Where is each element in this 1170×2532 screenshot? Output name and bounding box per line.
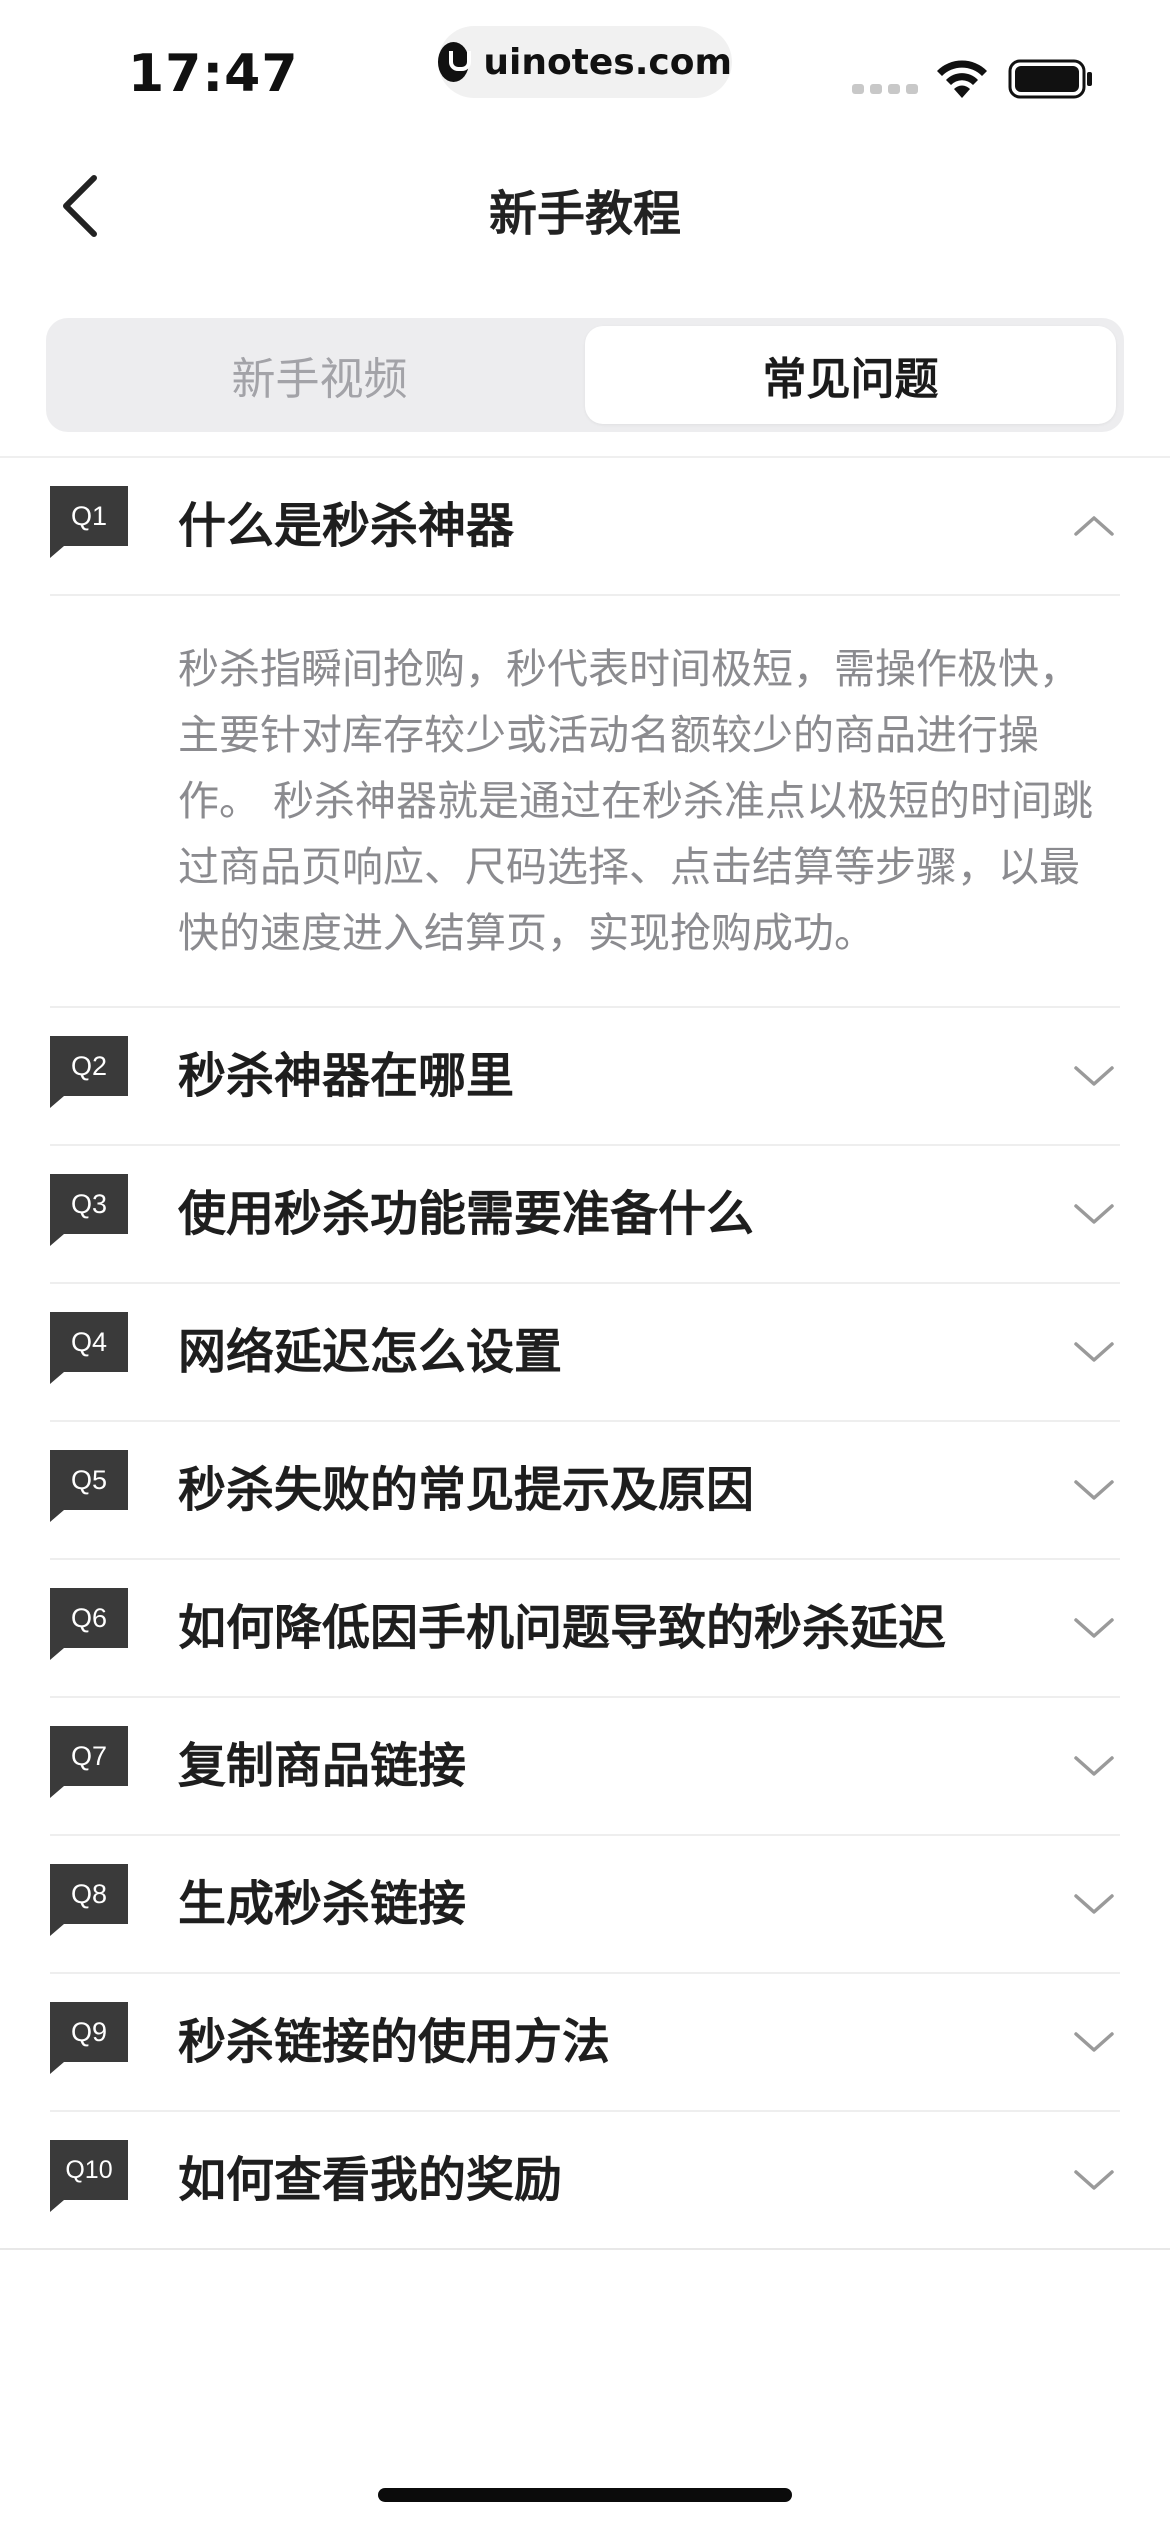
faq-question-row[interactable]: Q3 使用秒杀功能需要准备什么 [50, 1146, 1120, 1282]
chevron-down-icon[interactable] [1072, 1472, 1116, 1508]
cellular-signal-icon [852, 84, 918, 94]
faq-question-row[interactable]: Q9 秒杀链接的使用方法 [50, 1974, 1120, 2110]
faq-question-row[interactable]: Q6 如何降低因手机问题导致的秒杀延迟 [50, 1560, 1120, 1696]
question-badge: Q8 [50, 1864, 128, 1936]
navigation-bar: 新手教程 [0, 130, 1170, 280]
chevron-down-icon[interactable] [1072, 1058, 1116, 1094]
faq-question: 如何降低因手机问题导致的秒杀延迟 [178, 1600, 947, 1656]
faq-question-row[interactable]: Q5 秒杀失败的常见提示及原因 [50, 1422, 1120, 1558]
chevron-up-icon[interactable] [1072, 508, 1116, 544]
url-pill[interactable]: uinotes.com [438, 26, 732, 98]
chevron-down-icon[interactable] [1072, 1748, 1116, 1784]
faq-question-row[interactable]: Q1 什么是秒杀神器 [50, 458, 1120, 594]
faq-question-row[interactable]: Q10 如何查看我的奖励 [50, 2112, 1120, 2248]
status-time: 17:47 [128, 44, 299, 104]
faq-item: Q8 生成秒杀链接 [50, 1836, 1120, 1974]
faq-answer: 秒杀指瞬间抢购，秒代表时间极短，需操作极快，主要针对库存较少或活动名额较少的商品… [50, 594, 1120, 1006]
question-badge: Q3 [50, 1174, 128, 1246]
faq-question: 复制商品链接 [178, 1738, 467, 1794]
faq-question-row[interactable]: Q8 生成秒杀链接 [50, 1836, 1120, 1972]
question-badge: Q2 [50, 1036, 128, 1108]
question-badge: Q1 [50, 486, 128, 558]
faq-item: Q1 什么是秒杀神器 秒杀指瞬间抢购，秒代表时间极短，需操作极快，主要针对库存较… [50, 458, 1120, 1008]
faq-item: Q5 秒杀失败的常见提示及原因 [50, 1422, 1120, 1560]
question-badge: Q7 [50, 1726, 128, 1798]
chevron-down-icon[interactable] [1072, 1886, 1116, 1922]
tab-beginner-videos[interactable]: 新手视频 [54, 326, 585, 424]
chevron-down-icon[interactable] [1072, 1196, 1116, 1232]
faq-item: Q6 如何降低因手机问题导致的秒杀延迟 [50, 1560, 1120, 1698]
question-badge: Q9 [50, 2002, 128, 2074]
home-indicator[interactable] [378, 2488, 792, 2502]
faq-question: 秒杀神器在哪里 [178, 1048, 515, 1104]
faq-item: Q9 秒杀链接的使用方法 [50, 1974, 1120, 2112]
battery-icon [1008, 59, 1092, 99]
faq-item: Q7 复制商品链接 [50, 1698, 1120, 1836]
faq-item: Q10 如何查看我的奖励 [50, 2112, 1120, 2248]
faq-question: 网络延迟怎么设置 [178, 1324, 563, 1380]
faq-item: Q4 网络延迟怎么设置 [50, 1284, 1120, 1422]
question-badge: Q5 [50, 1450, 128, 1522]
chevron-down-icon[interactable] [1072, 2024, 1116, 2060]
question-badge: Q10 [50, 2140, 128, 2212]
wifi-icon [937, 60, 987, 98]
chevron-down-icon[interactable] [1072, 1334, 1116, 1370]
app-screen: 17:47 uinotes.com 新手教程 新手视频 常见问题 Q1 什么是秒… [0, 0, 1170, 2532]
faq-item: Q2 秒杀神器在哪里 [50, 1008, 1120, 1146]
faq-list: Q1 什么是秒杀神器 秒杀指瞬间抢购，秒代表时间极短，需操作极快，主要针对库存较… [0, 458, 1170, 2250]
faq-question-row[interactable]: Q4 网络延迟怎么设置 [50, 1284, 1120, 1420]
faq-item: Q3 使用秒杀功能需要准备什么 [50, 1146, 1120, 1284]
tab-switcher: 新手视频 常见问题 [46, 318, 1124, 432]
question-badge: Q6 [50, 1588, 128, 1660]
status-bar: 17:47 uinotes.com [0, 0, 1170, 130]
chevron-down-icon[interactable] [1072, 2162, 1116, 2198]
faq-question-row[interactable]: Q7 复制商品链接 [50, 1698, 1120, 1834]
faq-question: 什么是秒杀神器 [178, 498, 515, 554]
url-text: uinotes.com [483, 41, 732, 83]
faq-question: 秒杀链接的使用方法 [178, 2014, 611, 2070]
list-bottom-divider [0, 2248, 1170, 2250]
question-badge: Q4 [50, 1312, 128, 1384]
site-logo-icon [438, 42, 472, 82]
faq-question: 使用秒杀功能需要准备什么 [178, 1186, 755, 1242]
faq-question: 如何查看我的奖励 [178, 2152, 563, 2208]
tab-faq[interactable]: 常见问题 [585, 326, 1116, 424]
faq-question: 生成秒杀链接 [178, 1876, 467, 1932]
faq-question-row[interactable]: Q2 秒杀神器在哪里 [50, 1008, 1120, 1144]
page-title: 新手教程 [488, 186, 681, 242]
chevron-down-icon[interactable] [1072, 1610, 1116, 1646]
faq-question: 秒杀失败的常见提示及原因 [178, 1462, 755, 1518]
